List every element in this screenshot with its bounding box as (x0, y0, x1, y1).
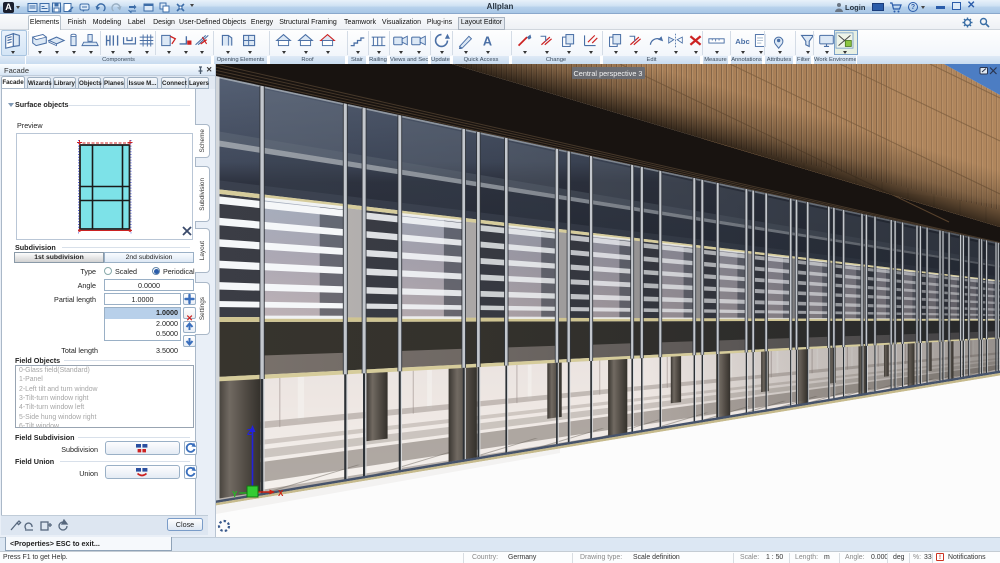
svg-text:Z: Z (247, 428, 252, 437)
svg-text:Y: Y (232, 490, 238, 499)
svg-text:A: A (483, 34, 492, 49)
svg-text:X: X (278, 489, 284, 498)
svg-text:Central perspective 3: Central perspective 3 (574, 69, 643, 78)
svg-text:Abc: Abc (735, 37, 750, 46)
